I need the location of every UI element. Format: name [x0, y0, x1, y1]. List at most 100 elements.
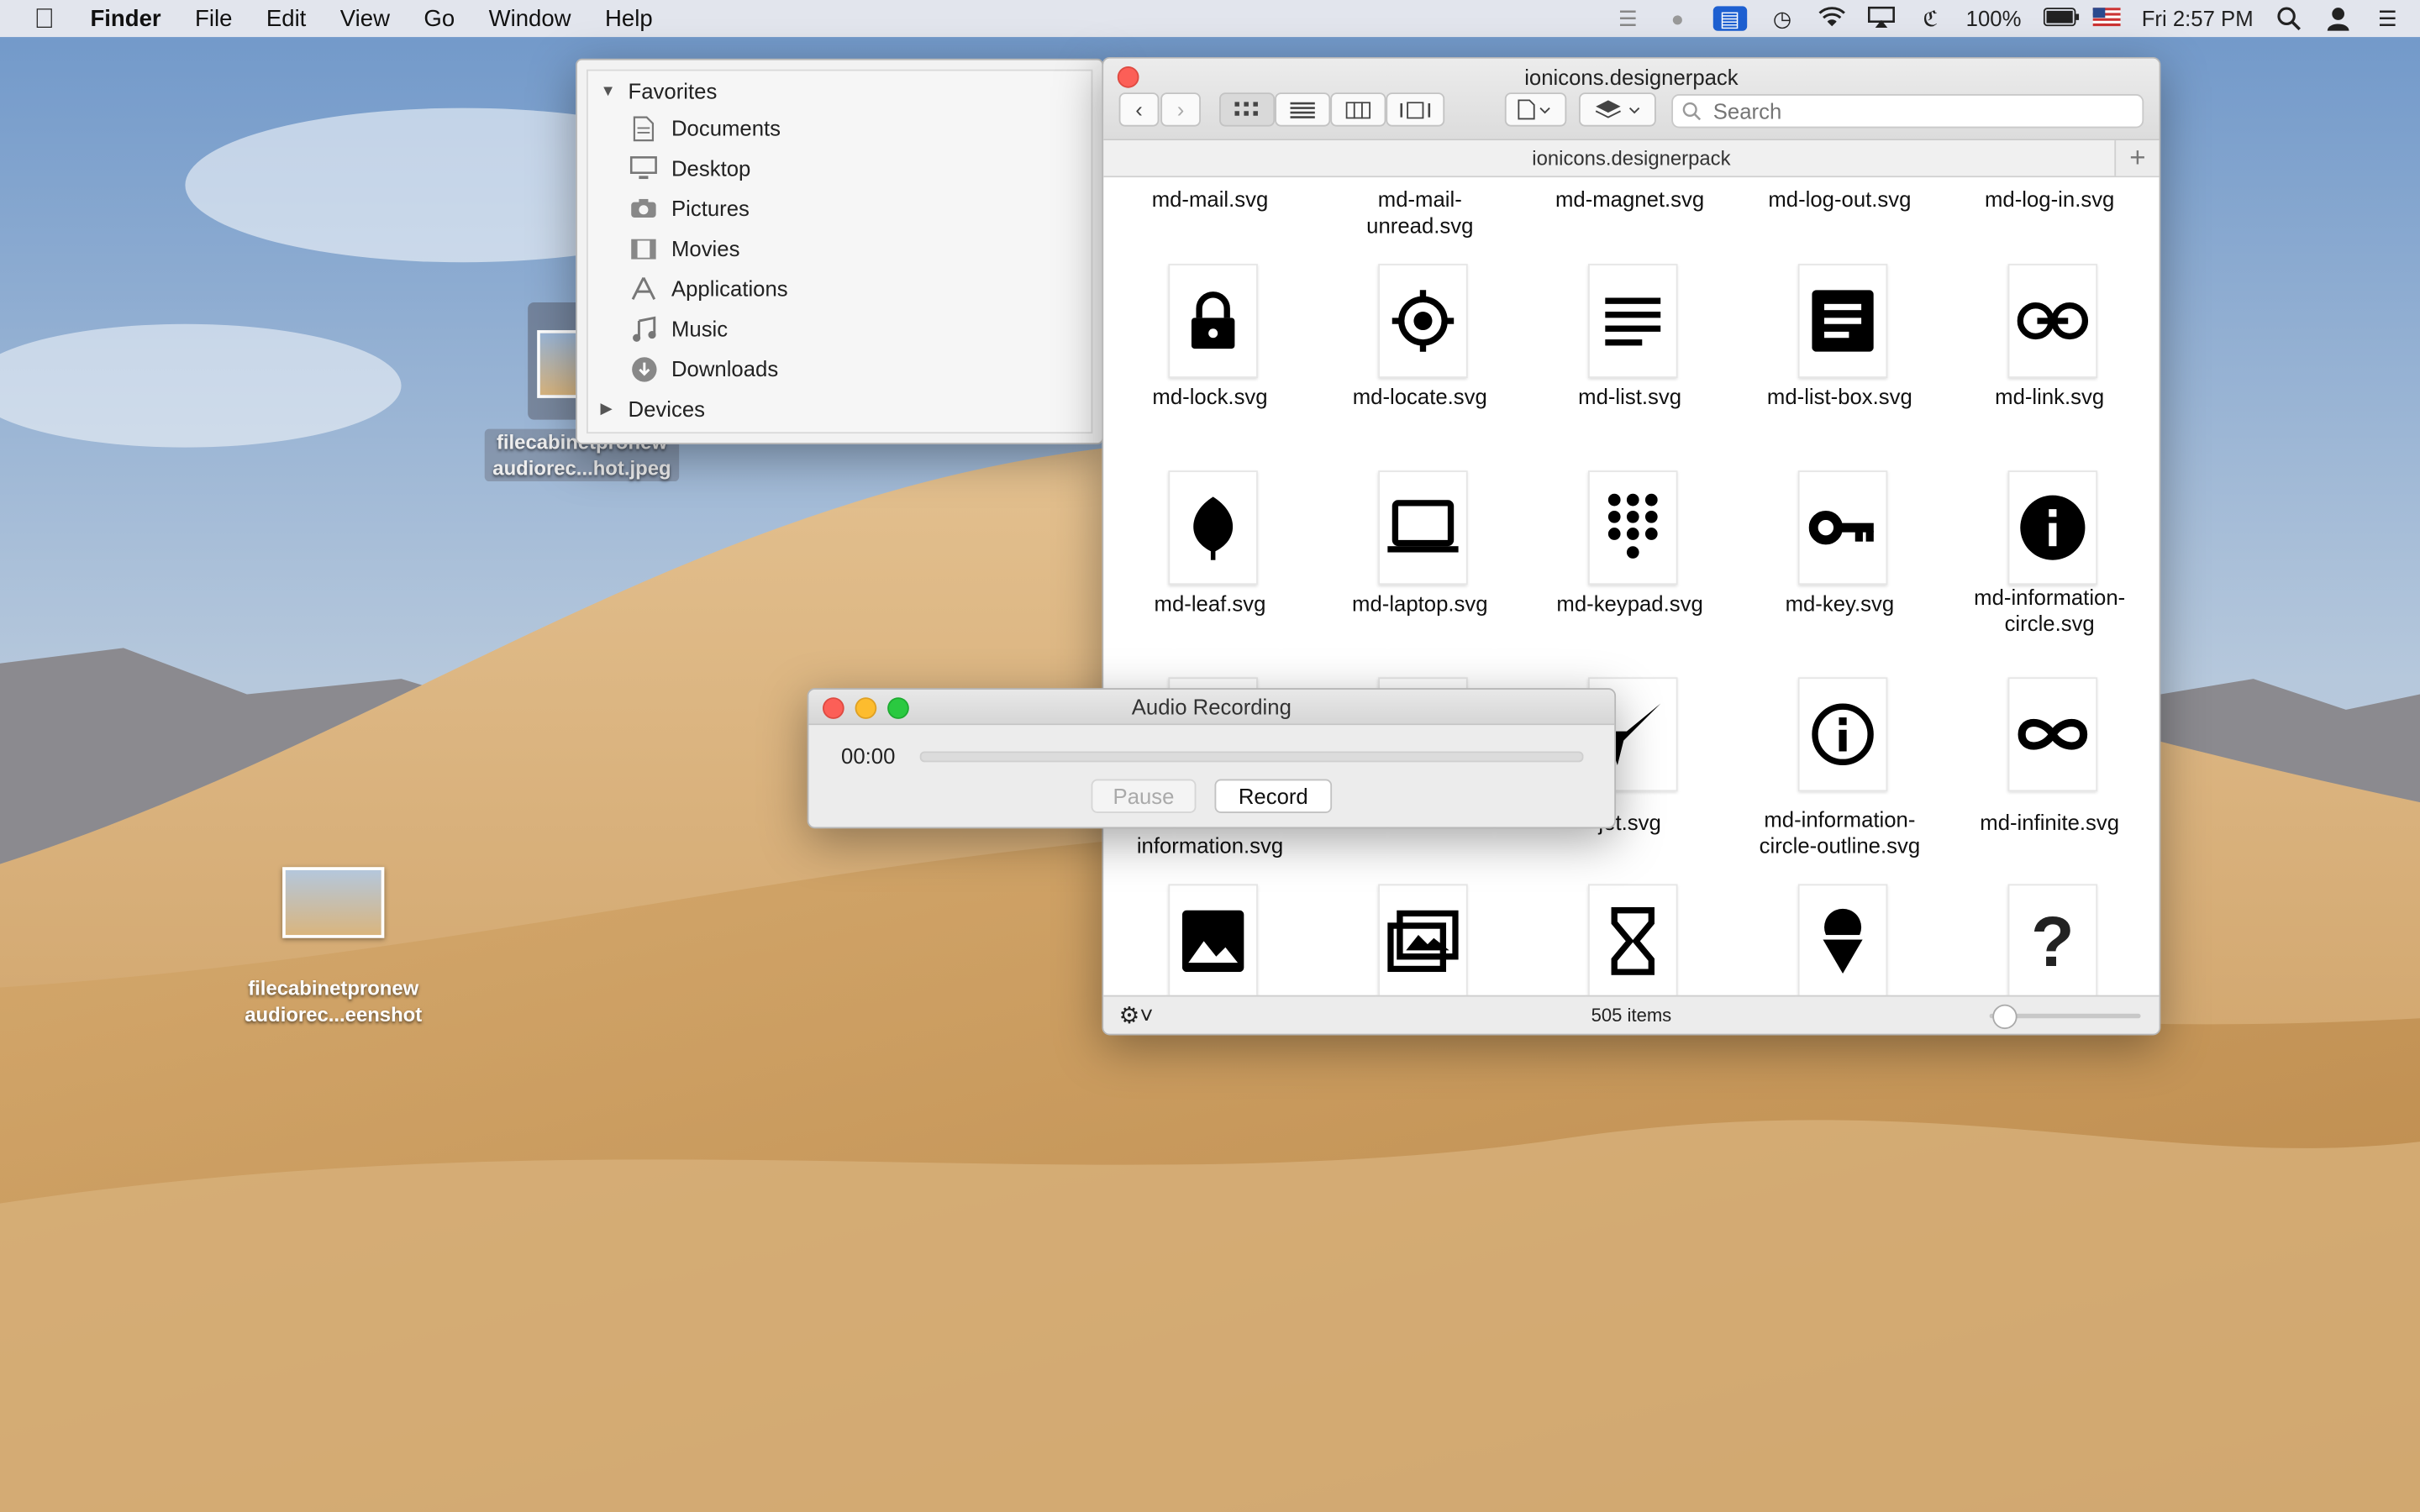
- sidebar-item-label: Pictures: [671, 196, 750, 221]
- sidebar-item-pictures[interactable]: Pictures: [588, 188, 750, 228]
- document-icon: [629, 114, 660, 142]
- sidebar-item-movies[interactable]: Movies: [588, 228, 740, 269]
- finder-titlebar: ionicons.designerpack ‹ ›: [1103, 58, 2160, 141]
- sidebar-item-documents[interactable]: Documents: [588, 108, 781, 149]
- desktop-file-screenshot[interactable]: filecabinetpronew audiorec...eenshot: [232, 867, 435, 1027]
- file-label: md-log-out.svg: [1768, 186, 1912, 212]
- gallery-view-button[interactable]: [1386, 92, 1445, 127]
- hourglass-icon: [1588, 884, 1678, 995]
- menu-view[interactable]: View: [324, 5, 408, 31]
- camera-icon: [629, 194, 660, 222]
- menu-app-name[interactable]: Finder: [73, 5, 178, 31]
- sidebar-item-downloads[interactable]: Downloads: [588, 349, 778, 389]
- sidebar-item-label: Music: [671, 316, 729, 341]
- wifi-icon[interactable]: [1818, 6, 1845, 30]
- disclosure-triangle-closed-icon[interactable]: ▶: [600, 401, 618, 417]
- favorites-section-header[interactable]: ▼ Favorites: [588, 71, 718, 111]
- battery-percent: 100%: [1965, 6, 2022, 31]
- time-machine-icon[interactable]: ◷: [1769, 6, 1797, 30]
- clock[interactable]: Fri 2:57 PM: [2142, 6, 2254, 30]
- music-note-icon: [629, 315, 660, 343]
- link-icon: [2007, 264, 2098, 378]
- chevron-right-icon: ›: [1176, 97, 1185, 123]
- sidebar-item-music[interactable]: Music: [588, 308, 728, 349]
- favorites-sidebar-window: ▼ Favorites Documents Desktop Pictures M…: [576, 58, 1104, 444]
- record-button[interactable]: Record: [1214, 779, 1333, 813]
- file-label: md-mail- unread.svg: [1366, 186, 1474, 238]
- add-tab-button[interactable]: +: [2114, 140, 2160, 176]
- battery-icon[interactable]: [2043, 6, 2079, 30]
- columns-icon: [1345, 101, 1371, 118]
- bluetooth-icon[interactable]: ℭ: [1917, 6, 1944, 30]
- favorites-label: Favorites: [628, 78, 718, 104]
- sidebar-item-applications[interactable]: Applications: [588, 269, 788, 309]
- file-label: md-mail.svg: [1151, 186, 1269, 212]
- keypad-icon: [1588, 470, 1678, 585]
- icon-view-button[interactable]: [1219, 92, 1276, 127]
- status-menus: ☰ ● ▤ ◷ ℭ 100% Fri 2:57 PM ☰: [1614, 6, 2420, 31]
- chevron-left-icon: ‹: [1135, 97, 1143, 123]
- sidebar-panel: ▼ Favorites Documents Desktop Pictures M…: [586, 69, 1093, 434]
- desktop-file-label: filecabinetpronew audiorec...eenshot: [245, 976, 423, 1026]
- menu-bar:  Finder File Edit View Go Window Help ☰…: [0, 0, 2420, 38]
- forward-button[interactable]: ›: [1160, 92, 1201, 127]
- applications-icon: [629, 275, 660, 302]
- menu-go[interactable]: Go: [407, 5, 471, 31]
- menu-help[interactable]: Help: [588, 5, 670, 31]
- menu-file[interactable]: File: [178, 5, 250, 31]
- elapsed-time: 00:00: [841, 743, 896, 769]
- file-label: md-information- circle.svg: [1974, 585, 2126, 636]
- file-icon-grid: md-mail.svg md-mail- unread.svg md-magne…: [1103, 177, 2160, 995]
- audio-window-title: Audio Recording: [1131, 694, 1292, 719]
- pause-button[interactable]: Pause: [1091, 779, 1197, 813]
- menu-edit[interactable]: Edit: [250, 5, 324, 31]
- file-label: md-list-box.svg: [1766, 384, 1912, 409]
- filecabinet-status-icon[interactable]: ▤: [1712, 6, 1747, 31]
- ghost-status-icon[interactable]: ●: [1664, 6, 1691, 30]
- images-icon: [1378, 884, 1468, 995]
- film-icon: [629, 234, 660, 262]
- lock-icon: [1168, 264, 1258, 378]
- file-label: md-link.svg: [1995, 384, 2105, 409]
- list-view-button[interactable]: [1275, 92, 1331, 127]
- column-view-button[interactable]: [1330, 92, 1386, 127]
- laptop-icon: [1378, 470, 1468, 585]
- audio-recording-window: Audio Recording 00:00 Pause Record: [807, 688, 1617, 829]
- disclosure-triangle-open-icon[interactable]: ▼: [600, 82, 618, 99]
- apple-menu-icon[interactable]: : [0, 3, 73, 35]
- action-menu-button[interactable]: [1504, 92, 1567, 127]
- notes-status-icon[interactable]: ☰: [1614, 6, 1642, 30]
- file-label: md-information- circle-outline.svg: [1759, 806, 1921, 858]
- document-dropdown-icon: [1518, 99, 1550, 120]
- information-circle-outline-icon: [1797, 677, 1888, 792]
- sidebar-item-label: Downloads: [671, 356, 779, 381]
- download-icon: [629, 354, 660, 382]
- spotlight-search-icon[interactable]: [2275, 6, 2302, 31]
- icon-size-slider[interactable]: [1989, 1004, 2141, 1030]
- file-label: md-lock.svg: [1152, 384, 1268, 409]
- layers-icon: [1595, 100, 1640, 118]
- help-question-icon: ?: [2007, 884, 2098, 995]
- file-label: information.svg: [1136, 832, 1284, 858]
- file-label: md-leaf.svg: [1154, 591, 1266, 616]
- search-field[interactable]: [1671, 94, 2144, 129]
- path-bar: ionicons.designerpack: [1103, 140, 2160, 178]
- sidebar-item-desktop[interactable]: Desktop: [588, 148, 751, 188]
- menu-window[interactable]: Window: [471, 5, 587, 31]
- key-icon: [1797, 470, 1888, 585]
- slider-knob[interactable]: [1992, 1004, 2018, 1030]
- us-flag-icon[interactable]: [2091, 6, 2121, 30]
- back-button[interactable]: ‹: [1118, 92, 1160, 127]
- list-icon: [1290, 101, 1315, 118]
- notification-center-icon[interactable]: ☰: [2374, 6, 2402, 30]
- screenshot-thumbnail: [282, 867, 385, 938]
- airplay-icon[interactable]: [1867, 6, 1895, 30]
- search-input[interactable]: [1710, 97, 2118, 125]
- layers-menu-button[interactable]: [1578, 92, 1656, 127]
- file-label: md-magnet.svg: [1555, 186, 1705, 212]
- sidebar-item-label: Movies: [671, 236, 740, 261]
- sidebar-item-label: Desktop: [671, 155, 751, 181]
- devices-section-header[interactable]: ▶ Devices: [588, 389, 705, 429]
- user-icon[interactable]: [2324, 6, 2352, 31]
- file-label: md-key.svg: [1785, 591, 1895, 616]
